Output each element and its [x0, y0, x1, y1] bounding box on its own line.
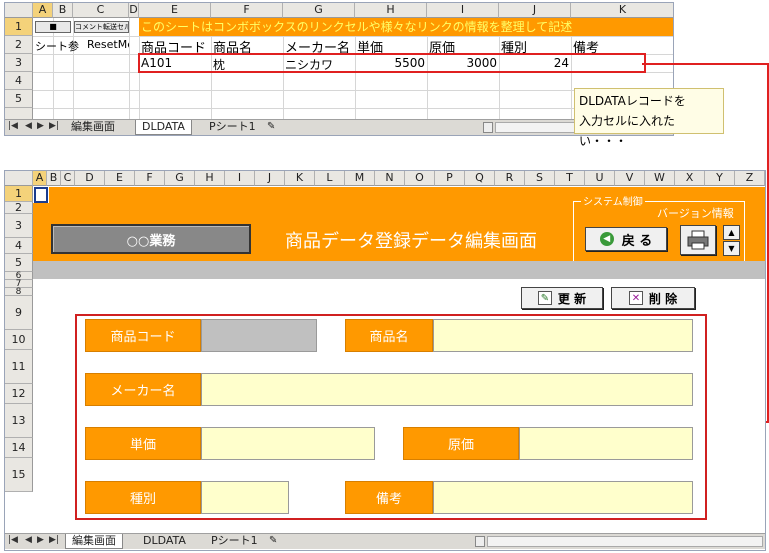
- column-header-strip: ABCDEFGHIJKLMNOPQRSTUVWXYZ: [33, 171, 765, 186]
- tab-last-icon-2[interactable]: ▶|: [49, 535, 59, 545]
- col-header-x-2[interactable]: X: [675, 171, 705, 186]
- label-product-code: 商品コード: [85, 319, 201, 352]
- update-icon: ✎: [537, 291, 552, 305]
- tab-first-icon-2[interactable]: |◀: [8, 535, 18, 545]
- select-all-corner-2[interactable]: [5, 171, 33, 186]
- row-header-8-2[interactable]: 8: [5, 288, 33, 297]
- row-header-strip: 1 2 3 4 5 6 7 8 9 10 11 12 13 14 15: [5, 186, 33, 530]
- scroll-up-icon[interactable]: ▲: [723, 225, 740, 240]
- row-header-1-2[interactable]: 1: [5, 186, 33, 202]
- col-header-q-2[interactable]: Q: [465, 171, 495, 186]
- business-button[interactable]: ○○業務: [51, 224, 251, 254]
- col-header-z-2[interactable]: Z: [735, 171, 765, 186]
- edit-screen-sheet-window: ABCDEFGHIJKLMNOPQRSTUVWXYZ 1 2 3 4 5 6 7 8 9 10 11…: [4, 170, 766, 551]
- col-header-l-2[interactable]: L: [315, 171, 345, 186]
- col-header-u-2[interactable]: U: [585, 171, 615, 186]
- label-maker: メーカー名: [85, 373, 201, 406]
- row-header-2-2[interactable]: 2: [5, 202, 33, 214]
- col-header-m-2[interactable]: M: [345, 171, 375, 186]
- col-header-n-2[interactable]: N: [375, 171, 405, 186]
- back-arrow-icon: ◀: [599, 232, 614, 246]
- delete-button[interactable]: ✕ 削 除: [611, 287, 695, 309]
- tab-prev-icon-2[interactable]: ◀: [25, 535, 32, 545]
- col-header-v-2[interactable]: V: [615, 171, 645, 186]
- kind-field[interactable]: [201, 481, 289, 514]
- label-price: 単価: [85, 427, 201, 460]
- row-header-11-2[interactable]: 11: [5, 350, 33, 384]
- product-code-field[interactable]: [201, 319, 317, 352]
- col-header-h-2[interactable]: H: [195, 171, 225, 186]
- row-header-12-2[interactable]: 12: [5, 384, 33, 404]
- label-note: 備考: [345, 481, 433, 514]
- col-header-d-2[interactable]: D: [75, 171, 105, 186]
- label-product-name: 商品名: [345, 319, 433, 352]
- col-header-t-2[interactable]: T: [555, 171, 585, 186]
- row-header-3-2[interactable]: 3: [5, 214, 33, 238]
- active-cell-a1[interactable]: [34, 187, 48, 203]
- screen-title: 商品データ登録データ編集画面: [285, 231, 537, 252]
- row-header-14-2[interactable]: 14: [5, 438, 33, 458]
- col-header-y-2[interactable]: Y: [705, 171, 735, 186]
- col-header-s-2[interactable]: S: [525, 171, 555, 186]
- row-header-9-2[interactable]: 9: [5, 296, 33, 330]
- col-header-k-2[interactable]: K: [285, 171, 315, 186]
- tab-split-handle-2[interactable]: [475, 536, 485, 547]
- tab-next-icon-2[interactable]: ▶: [37, 535, 44, 545]
- delete-button-label: 削 除: [648, 291, 678, 306]
- col-header-g-2[interactable]: G: [165, 171, 195, 186]
- delete-icon: ✕: [628, 291, 643, 305]
- update-button[interactable]: ✎ 更 新: [521, 287, 603, 309]
- tab-insert-sheet-icon-2[interactable]: ✎: [263, 534, 283, 549]
- col-header-o-2[interactable]: O: [405, 171, 435, 186]
- row-header-4-2[interactable]: 4: [5, 238, 33, 254]
- row-header-13-2[interactable]: 13: [5, 404, 33, 438]
- col-header-r-2[interactable]: R: [495, 171, 525, 186]
- tab-p-sheet1-2[interactable]: Pシート1: [205, 534, 264, 549]
- horizontal-scrollbar-2[interactable]: [487, 536, 763, 547]
- row-header-5-2[interactable]: 5: [5, 254, 33, 272]
- print-button[interactable]: [680, 225, 716, 255]
- printer-icon: [687, 230, 709, 250]
- gray-separator-band: [33, 261, 765, 279]
- col-header-w-2[interactable]: W: [645, 171, 675, 186]
- scroll-down-icon[interactable]: ▼: [723, 241, 740, 256]
- update-button-label: 更 新: [557, 291, 587, 306]
- row-header-15-2[interactable]: 15: [5, 458, 33, 492]
- system-control-label: システム制御: [581, 193, 645, 208]
- price-field[interactable]: [201, 427, 375, 460]
- col-header-j-2[interactable]: J: [255, 171, 285, 186]
- col-header-f-2[interactable]: F: [135, 171, 165, 186]
- tab-dldata-2[interactable]: DLDATA: [137, 534, 192, 549]
- note-field[interactable]: [433, 481, 693, 514]
- back-button[interactable]: ◀ 戻 る: [585, 227, 667, 251]
- label-kind: 種別: [85, 481, 201, 514]
- cost-field[interactable]: [519, 427, 693, 460]
- sheet-tab-bar-2: |◀ ◀ ▶ ▶| 編集画面 DLDATA Pシート1 ✎: [5, 533, 765, 549]
- row-header-10-2[interactable]: 10: [5, 330, 33, 350]
- col-header-a-2[interactable]: A: [33, 171, 47, 186]
- product-name-field[interactable]: [433, 319, 693, 352]
- back-button-label: 戻 る: [621, 233, 653, 249]
- col-header-p-2[interactable]: P: [435, 171, 465, 186]
- col-header-e-2[interactable]: E: [105, 171, 135, 186]
- version-info-link[interactable]: バージョン情報: [657, 205, 734, 221]
- label-cost: 原価: [403, 427, 519, 460]
- col-header-i-2[interactable]: I: [225, 171, 255, 186]
- tab-edit-screen-2[interactable]: 編集画面: [65, 534, 123, 549]
- maker-field[interactable]: [201, 373, 693, 406]
- col-header-b-2[interactable]: B: [47, 171, 61, 186]
- col-header-c-2[interactable]: C: [61, 171, 75, 186]
